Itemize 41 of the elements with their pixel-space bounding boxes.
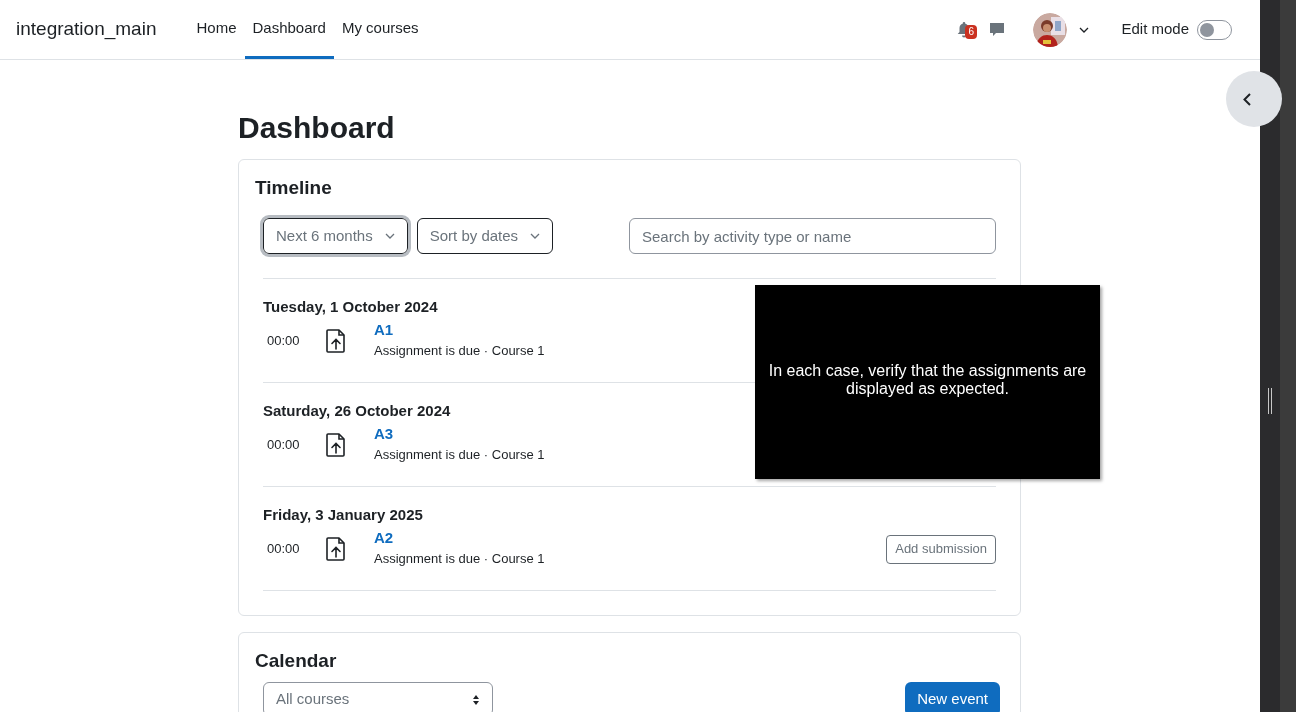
nav-link[interactable]: My courses — [333, 0, 427, 59]
new-event-button[interactable]: New event — [905, 682, 1000, 712]
course-select[interactable]: All courses — [263, 682, 493, 712]
event-link[interactable]: A3 — [374, 424, 394, 444]
date-heading: Friday, 3 January 2025 — [263, 506, 424, 523]
event-link[interactable]: A1 — [374, 320, 394, 340]
filter-dropdown[interactable]: Next 6 months — [263, 218, 408, 254]
event-time: 00:00 — [266, 436, 301, 455]
chat-icon[interactable] — [989, 21, 1006, 38]
file-upload-icon — [325, 328, 347, 354]
sort-arrows-icon — [472, 694, 480, 706]
chevron-left-icon — [1243, 92, 1251, 106]
event-detail: Assignment is due · Course 1 — [374, 342, 545, 360]
event-time: 00:00 — [266, 540, 301, 559]
notification-count: 6 — [965, 24, 977, 39]
date-heading: Tuesday, 1 October 2024 — [263, 298, 439, 315]
edit-mode-switch[interactable] — [1197, 19, 1232, 40]
sort-dropdown[interactable]: Sort by dates — [416, 218, 554, 254]
resize-handle[interactable] — [1268, 388, 1272, 414]
card-title: Calendar — [255, 649, 338, 672]
file-upload-icon — [325, 536, 347, 562]
notification-button[interactable]: 6 — [957, 19, 978, 40]
event-detail: Assignment is due · Course 1 — [374, 446, 545, 464]
page-title: Dashboard — [238, 110, 396, 146]
file-upload-icon — [325, 432, 347, 458]
event-link[interactable]: A2 — [374, 528, 394, 548]
site-name[interactable]: integration_main — [16, 15, 157, 44]
instruction-text: In each case, verify that the assignments are displayed as expected. — [767, 362, 1088, 398]
edit-mode-label: Edit mode — [1121, 19, 1189, 40]
drawer-toggle-button[interactable] — [1226, 71, 1282, 127]
caret-icon — [530, 233, 541, 239]
search-field[interactable]: Search by activity type or name — [629, 218, 996, 254]
event-time: 00:00 — [266, 332, 301, 351]
event-detail: Assignment is due · Course 1 — [374, 550, 545, 568]
card-title: Timeline — [255, 176, 333, 199]
nav-link[interactable]: Dashboard — [244, 0, 334, 59]
add-submission-button[interactable]: Add submission — [886, 534, 996, 564]
date-heading: Saturday, 26 October 2024 — [263, 402, 452, 419]
caret-icon — [1079, 26, 1090, 33]
caret-icon — [384, 233, 395, 239]
nav-link[interactable]: Home — [188, 0, 245, 59]
